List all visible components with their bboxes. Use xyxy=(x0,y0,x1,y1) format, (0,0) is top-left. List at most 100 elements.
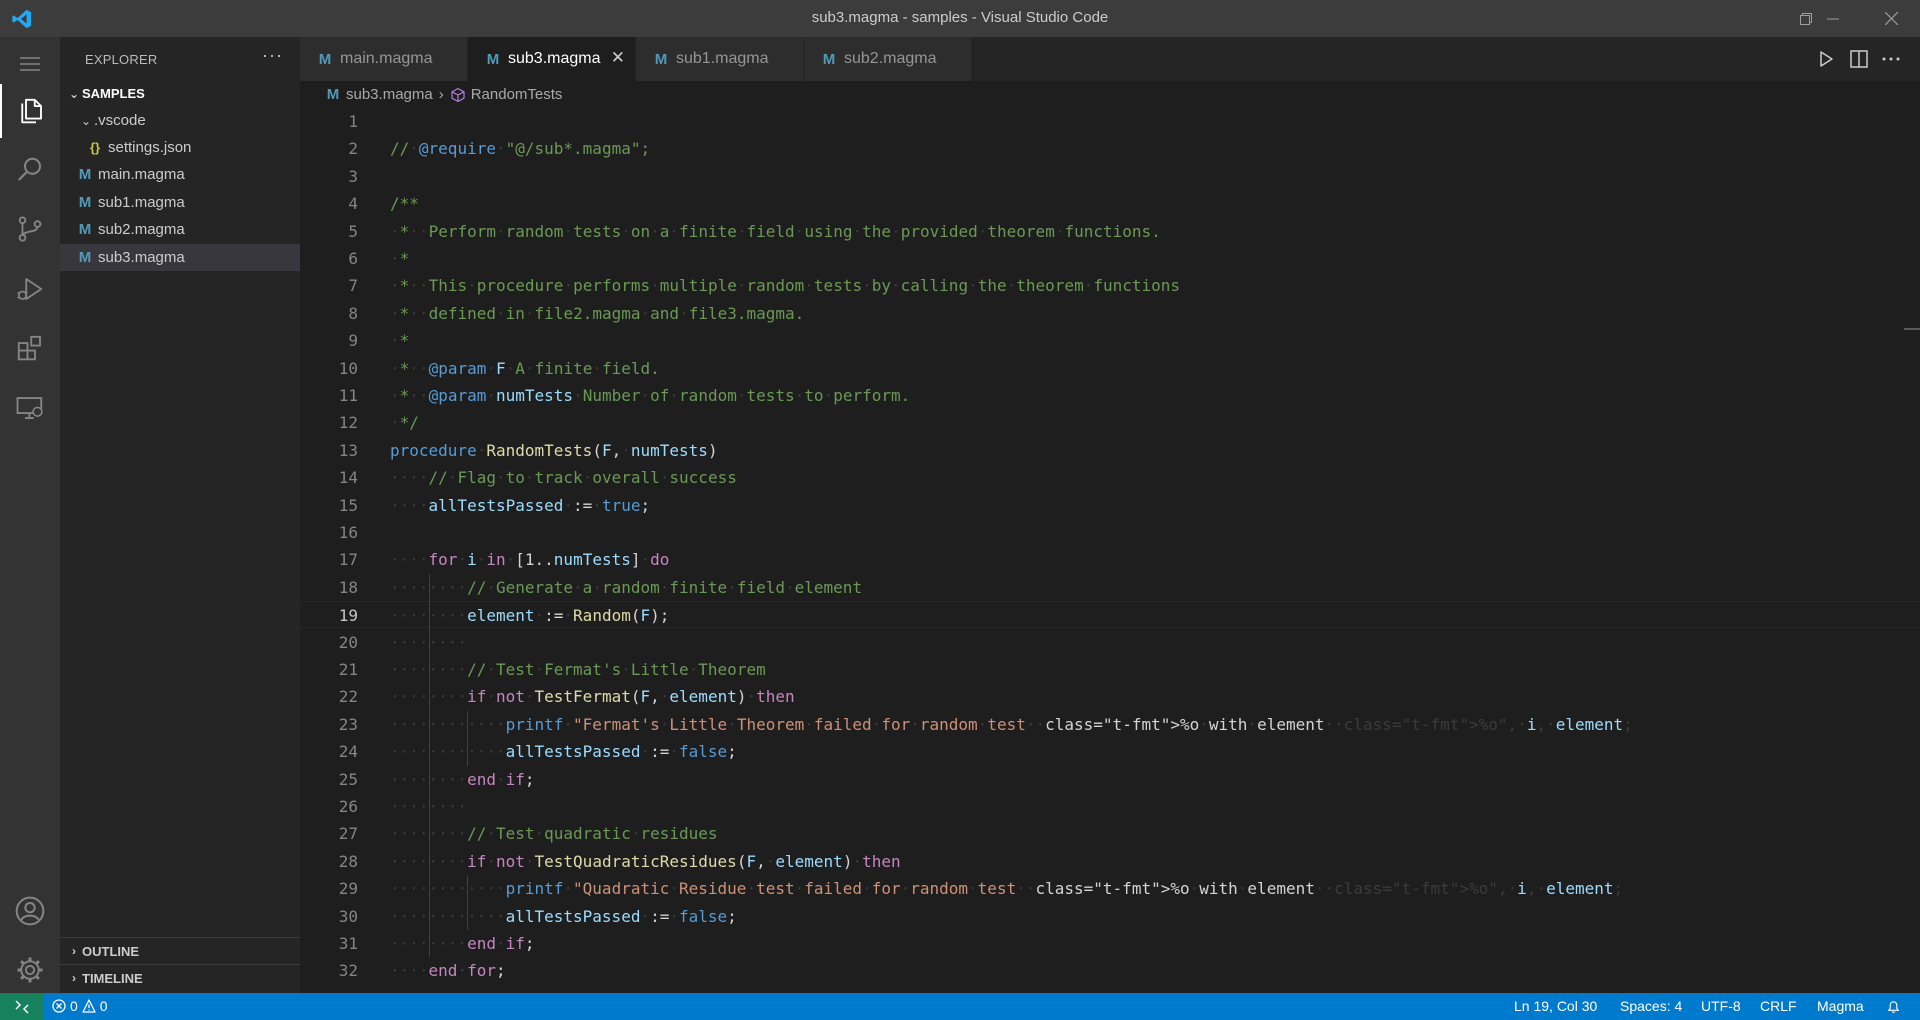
code-line[interactable]: 32 ····end·for; xyxy=(300,957,1920,984)
line-text: ·* xyxy=(390,249,410,268)
search-button[interactable] xyxy=(0,143,60,197)
extensions-button[interactable] xyxy=(0,321,60,375)
breadcrumb: M sub3.magma › RandomTests xyxy=(300,81,1920,108)
cursor-position[interactable]: Ln 19, Col 30 xyxy=(1514,998,1597,1014)
code-line[interactable]: 18 ········//·Generate·a·random·finite·fi… xyxy=(300,574,1920,601)
line-number: 19 xyxy=(338,606,358,626)
tree-item-label: sub3.magma xyxy=(98,249,185,266)
more-actions-button[interactable]: ··· xyxy=(262,45,283,66)
line-ending[interactable]: CRLF xyxy=(1760,998,1797,1014)
indent-guide xyxy=(467,710,469,766)
code-line[interactable]: 2 //·@require·"@/sub*.magma"; xyxy=(300,135,1920,162)
notifications-bell-icon[interactable] xyxy=(1886,999,1901,1014)
tree-item-settings-json[interactable]: {} settings.json xyxy=(60,134,300,161)
tab-sub2-magma[interactable]: M sub2.magma xyxy=(804,37,972,81)
code-line[interactable]: 24 ············allTestsPassed·:=·false; xyxy=(300,738,1920,765)
tree-item-label: .vscode xyxy=(94,112,146,129)
code-line[interactable]: 10 ·*··@param·F·A·finite·field. xyxy=(300,355,1920,382)
close-tab-icon[interactable]: ✕ xyxy=(611,48,625,68)
line-text: ········//·Test·quadratic·residues xyxy=(390,824,718,844)
code-line[interactable]: 29 ············printf·"Quadratic·Residue·… xyxy=(300,875,1920,902)
line-number: 10 xyxy=(338,358,358,378)
tab-sub3-magma[interactable]: M sub3.magma ✕ xyxy=(468,37,636,81)
accounts-button[interactable] xyxy=(0,884,60,938)
tree-item-vscode[interactable]: ⌄ .vscode xyxy=(60,107,300,134)
code-line[interactable]: 23 ············printf·"Fermat's·Little·Th… xyxy=(300,711,1920,738)
tree-item-sub3-magma[interactable]: M sub3.magma xyxy=(60,244,300,271)
manage-button[interactable] xyxy=(0,943,60,997)
remote-explorer-button[interactable] xyxy=(0,381,60,435)
code-line[interactable]: 16 xyxy=(300,519,1920,546)
code-line[interactable]: 7 ·*··This·procedure·performs·multiple·ra… xyxy=(300,272,1920,299)
tab-sub1-magma[interactable]: M sub1.magma xyxy=(636,37,804,81)
code-editor[interactable]: 1 2//·@require·"@/sub*.magma"; 3 4/** 5 ·*··P… xyxy=(300,108,1920,993)
run-debug-button[interactable] xyxy=(0,262,60,316)
line-text: ····for·i·in·[1..numTests]·do xyxy=(390,550,670,570)
code-line[interactable]: 20 ········ xyxy=(300,629,1920,656)
code-line[interactable]: 27 ········//·Test·quadratic·residues xyxy=(300,820,1920,847)
language-mode[interactable]: Magma xyxy=(1817,998,1864,1014)
code-line[interactable]: 21 ········//·Test·Fermat's·Little·Theore… xyxy=(300,656,1920,683)
code-line[interactable]: 26 ········ xyxy=(300,793,1920,820)
close-window-button[interactable] xyxy=(1862,0,1920,37)
code-line[interactable]: 19 ········element·:=·Random(F); xyxy=(300,601,1920,629)
code-line[interactable]: 14 ····//·Flag·to·track·overall·success xyxy=(300,464,1920,491)
chevron-down-icon: ⌄ xyxy=(68,86,80,101)
breadcrumb-symbol[interactable]: RandomTests xyxy=(471,86,563,103)
restore-button[interactable] xyxy=(1777,0,1835,37)
code-line[interactable]: 3 xyxy=(300,163,1920,190)
magma-file-icon: M xyxy=(78,249,92,266)
timeline-section[interactable]: › TIMELINE xyxy=(60,964,300,991)
code-line[interactable]: 28 ········if·not·TestQuadraticResidues(F… xyxy=(300,848,1920,875)
code-line[interactable]: 25 ········end·if; xyxy=(300,766,1920,793)
tree-item-sub1-magma[interactable]: M sub1.magma xyxy=(60,189,300,216)
line-number: 32 xyxy=(338,961,358,981)
line-text: ·*··defined·in·file2.magma·and·file3.mag… xyxy=(390,303,805,323)
line-number: 12 xyxy=(338,413,358,433)
code-line[interactable]: 30 ············allTestsPassed·:=·false; xyxy=(300,903,1920,930)
tree-item-main-magma[interactable]: M main.magma xyxy=(60,161,300,188)
menu-button[interactable] xyxy=(0,37,60,91)
code-line[interactable]: 1 xyxy=(300,108,1920,135)
code-line[interactable]: 22 ········if·not·TestFermat(F,·element)·… xyxy=(300,683,1920,710)
code-line[interactable]: 5 ·*··Perform·random·tests·on·a·finite·fi… xyxy=(300,218,1920,245)
code-line[interactable]: 12 ·*/ xyxy=(300,409,1920,436)
symbol-method-icon xyxy=(451,87,465,102)
line-text: ············printf·"Fermat's·Little·Theo… xyxy=(390,714,1633,734)
encoding[interactable]: UTF-8 xyxy=(1701,998,1741,1014)
line-number: 21 xyxy=(338,660,358,679)
outline-section[interactable]: › OUTLINE xyxy=(60,937,300,964)
code-line[interactable]: 13 procedure·RandomTests(F,·numTests) xyxy=(300,437,1920,464)
run-debug-icon xyxy=(17,278,43,300)
line-text: ········end·if; xyxy=(390,934,535,953)
breadcrumb-file[interactable]: sub3.magma xyxy=(346,86,433,103)
line-number: 31 xyxy=(338,934,358,953)
line-number: 8 xyxy=(348,303,358,323)
window-title: sub3.magma - samples - Visual Studio Cod… xyxy=(811,9,1109,26)
source-control-button[interactable] xyxy=(0,202,60,256)
indentation[interactable]: Spaces: 4 xyxy=(1620,998,1682,1014)
split-editor-icon[interactable] xyxy=(1848,48,1870,70)
more-actions-icon[interactable] xyxy=(1880,48,1902,70)
line-text: ····//·Flag·to·track·overall·success xyxy=(390,468,737,488)
tab-main-magma[interactable]: M main.magma xyxy=(300,37,468,81)
code-line[interactable]: 11 ·*··@param·numTests·Number·of·random·t… xyxy=(300,382,1920,409)
run-file-icon[interactable] xyxy=(1815,48,1837,70)
code-line[interactable]: 9 ·* xyxy=(300,327,1920,354)
code-line[interactable]: 15 ····allTestsPassed·:=·true; xyxy=(300,492,1920,519)
explorer-button[interactable] xyxy=(0,84,60,138)
line-number: 16 xyxy=(338,523,358,542)
workspace-folder[interactable]: ⌄ SAMPLES xyxy=(60,80,300,107)
code-line[interactable]: 17 ····for·i·in·[1..numTests]·do xyxy=(300,546,1920,573)
line-text: ········if·not·TestFermat(F,·element)·th… xyxy=(390,687,795,707)
tree-item-label: settings.json xyxy=(108,139,192,156)
code-line[interactable]: 4 /** xyxy=(300,190,1920,217)
code-line[interactable]: 8 ·*··defined·in·file2.magma·and·file3.ma… xyxy=(300,300,1920,327)
code-line[interactable]: 31 ········end·if; xyxy=(300,930,1920,957)
problems-indicator[interactable]: 0 0 xyxy=(52,998,108,1014)
remote-indicator[interactable] xyxy=(0,993,44,1020)
chevron-right-icon: › xyxy=(438,86,444,103)
line-number: 3 xyxy=(348,166,358,186)
code-line[interactable]: 6 ·* xyxy=(300,245,1920,272)
tree-item-sub2-magma[interactable]: M sub2.magma xyxy=(60,216,300,243)
